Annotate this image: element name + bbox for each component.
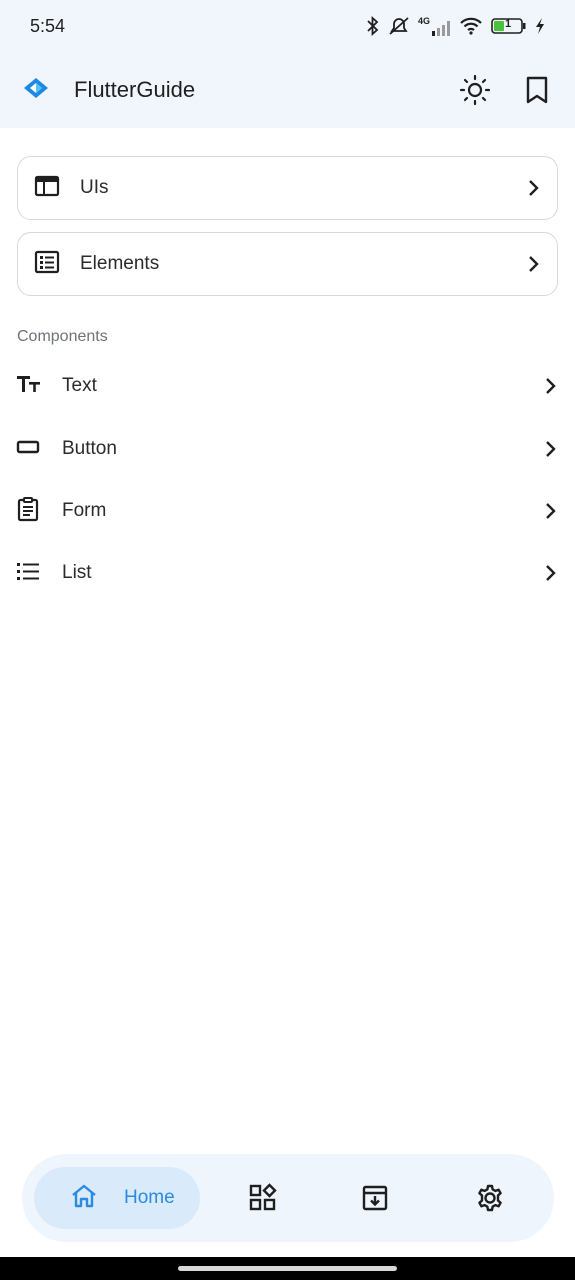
wifi-icon — [459, 16, 483, 36]
list-box-icon — [34, 250, 60, 279]
card-label: Elements — [80, 253, 160, 274]
app-bar: FlutterGuide — [0, 52, 575, 128]
status-bar: 5:54 4G 1 — [0, 0, 575, 52]
button-icon — [16, 436, 42, 463]
list-icon — [16, 560, 42, 587]
list-item-label: Text — [62, 375, 97, 396]
app-actions — [459, 74, 555, 106]
chevron-right-icon — [544, 501, 558, 521]
muted-notification-icon — [388, 16, 410, 36]
chevron-right-icon — [527, 254, 541, 274]
gesture-navigation-area — [0, 1257, 575, 1280]
charging-icon — [535, 18, 545, 34]
card-uis[interactable]: UIs — [17, 156, 558, 220]
widgets-icon[interactable] — [247, 1182, 279, 1214]
list-item-label: Button — [62, 438, 117, 459]
status-icons: 4G 1 — [366, 16, 545, 36]
text-fields-icon — [16, 373, 42, 400]
network-type-label: 4G — [417, 16, 430, 26]
nav-home-label: Home — [124, 1187, 175, 1208]
app-title: FlutterGuide — [74, 77, 196, 102]
theme-toggle-icon[interactable] — [459, 74, 491, 106]
clipboard-icon — [16, 496, 42, 527]
status-time: 5:54 — [30, 15, 66, 36]
list-item-text[interactable]: Text — [0, 355, 575, 417]
chevron-right-icon — [527, 178, 541, 198]
list-item-form[interactable]: Form — [0, 480, 575, 542]
bluetooth-icon — [366, 16, 380, 36]
archive-icon[interactable] — [359, 1182, 391, 1214]
web-layout-icon — [34, 175, 60, 202]
list-item-list[interactable]: List — [0, 542, 575, 604]
chevron-right-icon — [544, 563, 558, 583]
chevron-right-icon — [544, 376, 558, 396]
gesture-handle[interactable] — [178, 1266, 397, 1271]
bookmark-icon[interactable] — [521, 74, 553, 106]
battery-icon: 1 — [491, 17, 527, 35]
nav-item-home[interactable]: Home — [34, 1167, 200, 1229]
list-item-label: Form — [62, 500, 107, 521]
app-logo — [20, 72, 52, 109]
bottom-navigation: Home — [22, 1154, 554, 1242]
settings-icon[interactable] — [474, 1182, 506, 1214]
list-item-label: List — [62, 562, 92, 583]
list-item-button[interactable]: Button — [0, 418, 575, 480]
card-label: UIs — [80, 177, 109, 198]
chevron-right-icon — [544, 439, 558, 459]
home-icon — [70, 1183, 98, 1214]
section-header-components: Components — [17, 328, 108, 345]
battery-level: 1 — [505, 18, 512, 30]
signal-icon: 4G — [418, 16, 451, 36]
card-elements[interactable]: Elements — [17, 232, 558, 296]
